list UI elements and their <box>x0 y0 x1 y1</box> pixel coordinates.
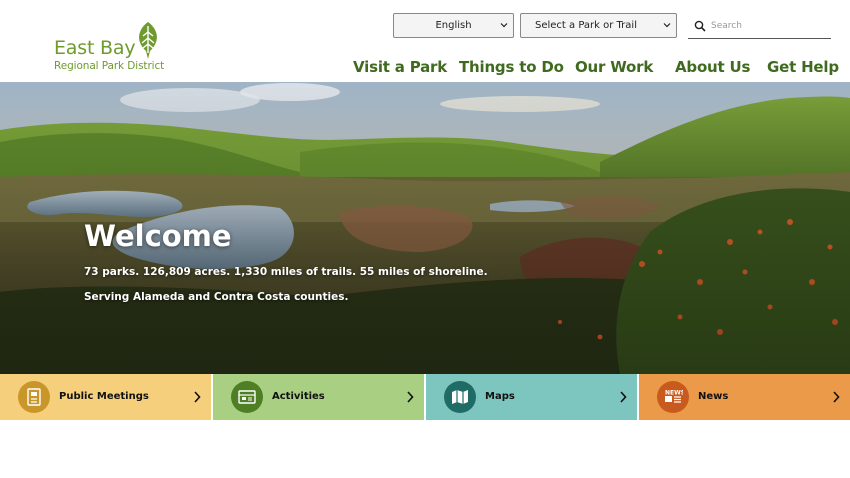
chevron-right-icon <box>194 391 201 403</box>
search-placeholder: Search <box>711 21 742 31</box>
language-select[interactable]: English <box>393 13 514 38</box>
tile-label: Maps <box>485 391 515 402</box>
hero-title: Welcome <box>84 219 232 253</box>
tile-public-meetings[interactable]: Public Meetings <box>0 374 211 420</box>
logo-title: East Bay <box>54 37 136 59</box>
news-icon: NEWS <box>657 381 689 413</box>
leaf-icon <box>139 22 157 59</box>
hero-banner: Welcome 73 parks. 126,809 acres. 1,330 m… <box>0 82 850 374</box>
nav-get-help[interactable]: Get Help <box>767 58 839 76</box>
search-input[interactable]: Search <box>688 14 831 39</box>
calendar-icon <box>231 381 263 413</box>
tile-label: Activities <box>272 391 325 402</box>
site-header: East Bay Regional Park District English … <box>0 0 850 82</box>
tile-activities[interactable]: Activities <box>213 374 424 420</box>
nav-our-work[interactable]: Our Work <box>575 58 653 76</box>
quick-links-bar: Public Meetings Activities Maps NEWS New… <box>0 374 850 420</box>
nav-visit-a-park[interactable]: Visit a Park <box>353 58 447 76</box>
map-icon <box>444 381 476 413</box>
svg-text:NEWS: NEWS <box>665 390 683 397</box>
park-trail-select[interactable]: Select a Park or Trail <box>520 13 677 38</box>
tile-maps[interactable]: Maps <box>426 374 637 420</box>
site-logo[interactable]: East Bay Regional Park District <box>54 20 164 76</box>
tile-label: News <box>698 391 729 402</box>
chevron-down-icon <box>500 23 508 28</box>
tile-label: Public Meetings <box>59 391 149 402</box>
nav-about-us[interactable]: About Us <box>675 58 750 76</box>
language-select-value: English <box>435 20 472 31</box>
logo-subtitle: Regional Park District <box>54 60 165 72</box>
hero-counties-text: Serving Alameda and Contra Costa countie… <box>84 291 349 303</box>
park-select-value: Select a Park or Trail <box>535 20 637 31</box>
search-icon <box>694 20 706 32</box>
chevron-down-icon <box>663 23 671 28</box>
chevron-right-icon <box>620 391 627 403</box>
nav-things-to-do[interactable]: Things to Do <box>459 58 564 76</box>
tile-news[interactable]: NEWS News <box>639 374 850 420</box>
chevron-right-icon <box>407 391 414 403</box>
hero-stats-text: 73 parks. 126,809 acres. 1,330 miles of … <box>84 266 488 278</box>
document-icon <box>18 381 50 413</box>
chevron-right-icon <box>833 391 840 403</box>
